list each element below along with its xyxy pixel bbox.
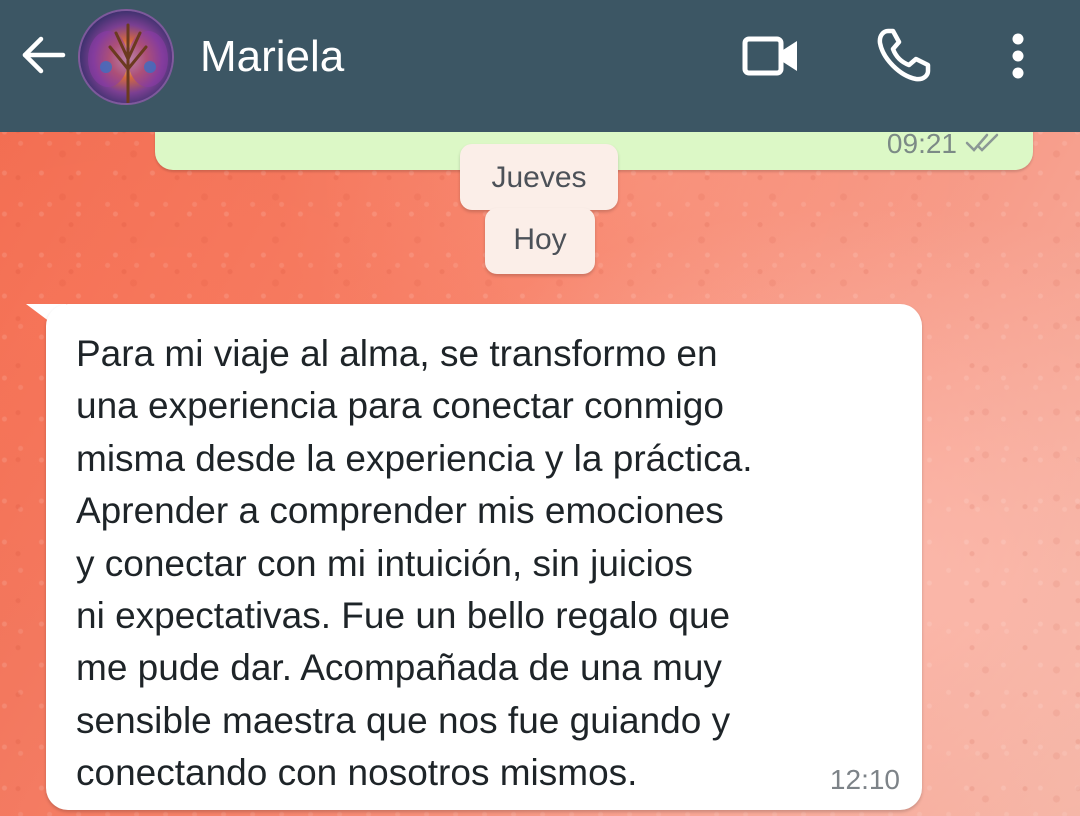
incoming-message-bubble[interactable]: Para mi viaje al alma, se transformo en … (46, 304, 922, 810)
video-camera-icon (741, 33, 801, 84)
more-options-button[interactable] (996, 28, 1040, 88)
message-time: 12:10 (829, 764, 900, 795)
back-button[interactable] (20, 36, 68, 78)
avatar[interactable] (78, 9, 174, 105)
message-text: Para mi viaje al alma, se transformo en … (76, 333, 753, 794)
chat-header: Mariela (0, 0, 1080, 132)
phone-icon (874, 27, 932, 90)
message-meta: 09:21 (887, 128, 1005, 160)
date-chip-jueves: Jueves (460, 144, 618, 210)
voice-call-button[interactable] (870, 25, 936, 91)
video-call-button[interactable] (738, 30, 804, 86)
message-time: 09:21 (886, 128, 957, 159)
contact-name[interactable]: Mariela (200, 33, 344, 81)
date-chip-hoy: Hoy (485, 208, 595, 274)
arrow-left-icon (21, 35, 67, 80)
avatar-image (80, 11, 172, 103)
double-check-icon (965, 128, 1005, 160)
more-vertical-icon (1011, 32, 1025, 85)
